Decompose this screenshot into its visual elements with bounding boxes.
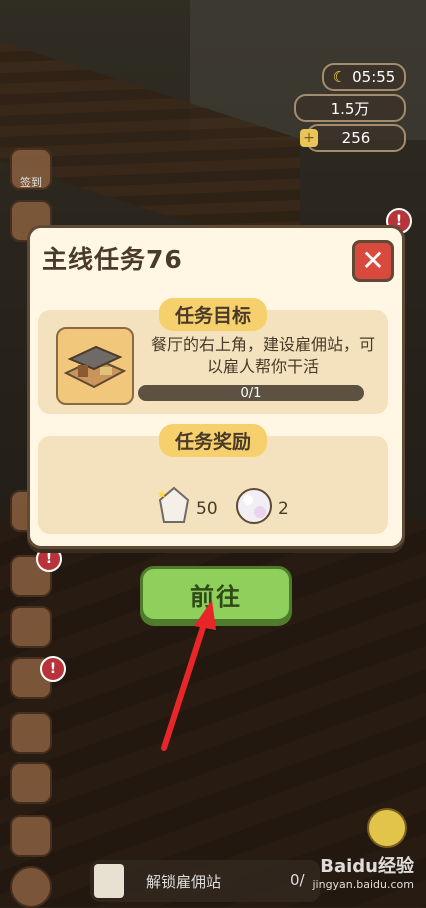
plus-icon[interactable]: +: [300, 129, 318, 147]
reward-label: 任务奖励: [158, 424, 268, 457]
bottom-task-bar[interactable]: 解锁雇佣站 0/: [90, 860, 320, 902]
moon-icon: ☾: [332, 68, 347, 86]
time-display: ☾ 05:55: [322, 63, 406, 91]
objective-label: 任务目标: [158, 298, 268, 331]
watermark-url: jingyan.baidu.com: [312, 878, 414, 891]
notification-badge: !: [36, 546, 62, 572]
reward-panel: 任务奖励 50 2: [38, 424, 388, 534]
bottom-task-progress: 0/: [290, 871, 305, 889]
time-text: 05:55: [352, 68, 396, 86]
pearl-icon: [234, 486, 274, 531]
objective-progress-bar: 0/1: [138, 385, 364, 401]
objective-description: 餐厅的右上角，建设雇佣站，可以雇人帮你干活: [150, 335, 375, 376]
objective-panel: 任务目标 餐厅的右上角，建设雇佣站，可以雇人帮你干活 0/1: [38, 298, 388, 414]
building-icon: [56, 327, 134, 405]
scroll-icon: [94, 864, 124, 898]
reward-count: 2: [278, 498, 289, 519]
dialog-title: 主线任务76: [42, 245, 183, 274]
progress-text: 0/1: [240, 385, 262, 401]
crystal-icon: [156, 486, 192, 531]
annotation-arrow-icon: [161, 600, 216, 751]
notification-badge: !: [40, 656, 66, 682]
side-backpack-icon[interactable]: [10, 762, 52, 804]
watermark-brand: Baidu经验: [320, 856, 414, 877]
reward-count: 50: [196, 498, 218, 519]
bottom-task-text: 解锁雇佣站: [146, 873, 222, 891]
close-icon: ✕: [361, 244, 385, 277]
gem-text: 256: [341, 129, 371, 147]
watermark: Baidu经验 jingyan.baidu.com: [312, 852, 414, 891]
sign-in-label: 签到: [20, 176, 42, 189]
coin-counter[interactable]: 1.5万: [294, 94, 406, 122]
gem-counter[interactable]: + 256: [300, 124, 406, 152]
sign-in-button[interactable]: 签到: [10, 148, 52, 190]
side-mushroom-icon[interactable]: [10, 815, 52, 857]
paw-icon[interactable]: [10, 866, 52, 908]
main-quest-dialog: 主线任务76 ✕ 任务目标 餐厅的右上角，建设雇佣站，可以雇人帮你干活 0/1 …: [27, 225, 405, 549]
reward-item-crystal: 50: [156, 486, 218, 531]
reward-item-pearl: 2: [234, 486, 289, 531]
close-button[interactable]: ✕: [352, 240, 394, 282]
side-book-icon[interactable]: [10, 606, 52, 648]
magnifier-icon[interactable]: [10, 712, 52, 754]
emoji-button[interactable]: [367, 808, 407, 848]
coin-text: 1.5万: [330, 99, 370, 118]
